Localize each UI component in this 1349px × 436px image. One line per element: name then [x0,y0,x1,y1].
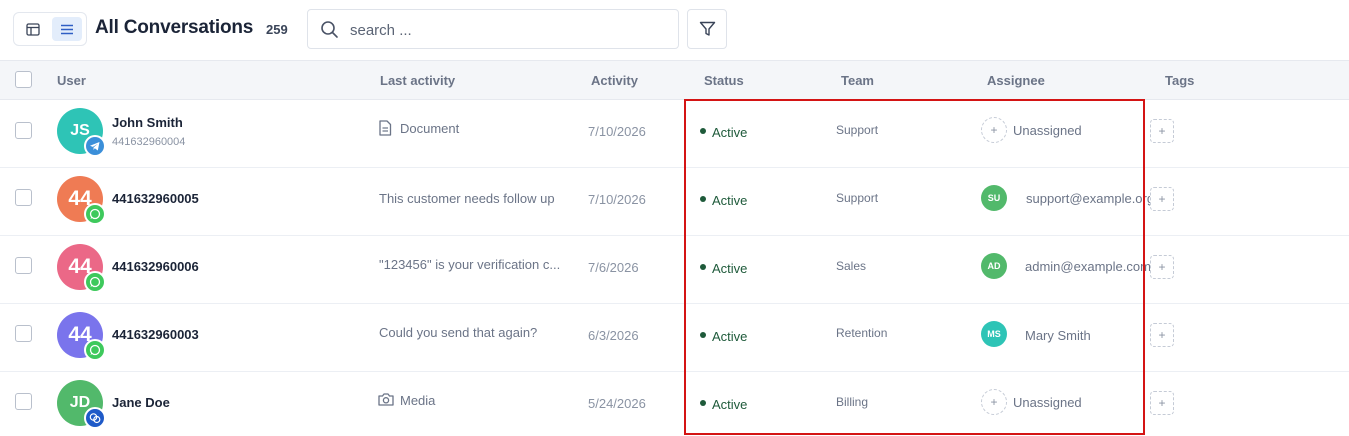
assignee-name[interactable]: Unassigned [1013,395,1082,410]
grid-view-button[interactable] [18,17,48,41]
layout-icon [26,22,40,36]
team-label: Sales [836,259,867,273]
status-badge: Active [712,329,748,344]
column-activity[interactable]: Activity [591,73,638,88]
telegram-icon [84,135,106,157]
team-label: Support [836,191,879,205]
add-tag-button[interactable]: + [1150,187,1174,211]
table-row[interactable]: JD Jane Doe Media 5/24/2026 Active Billi… [0,372,1349,436]
page-title: All Conversations [95,17,254,38]
activity-date: 7/10/2026 [588,192,646,207]
filter-icon [699,21,715,36]
assign-button[interactable]: + [981,389,1007,415]
search-input[interactable] [350,19,660,41]
table-header: User Last activity Activity Status Team … [0,60,1349,100]
column-team[interactable]: Team [841,73,874,88]
row-checkbox[interactable] [15,122,32,139]
status-dot [700,400,706,406]
assignee-name[interactable]: Unassigned [1013,123,1082,138]
assign-button[interactable]: + [981,117,1007,143]
list-icon [61,24,73,34]
last-activity-text: This customer needs follow up [379,191,555,206]
table-row[interactable]: 44 441632960005 This customer needs foll… [0,168,1349,236]
status-dot [700,196,706,202]
status-badge: Active [712,397,748,412]
status-dot [700,332,706,338]
last-activity-text: "123456" is your verification c... [379,257,561,272]
add-tag-button[interactable]: + [1150,119,1174,143]
list-view-button[interactable] [52,17,82,41]
user-name[interactable]: 441632960006 [112,259,199,274]
activity-date: 7/6/2026 [588,260,639,275]
table-row[interactable]: 44 441632960006 "123456" is your verific… [0,236,1349,304]
select-all-checkbox[interactable] [15,71,32,88]
view-toggle [13,12,87,46]
status-badge: Active [712,193,748,208]
status-badge: Active [712,125,748,140]
column-assignee[interactable]: Assignee [987,73,1045,88]
user-name[interactable]: 441632960003 [112,327,199,342]
document-icon [379,120,392,136]
column-last-activity[interactable]: Last activity [380,73,455,88]
status-dot [700,128,706,134]
user-name[interactable]: John Smith [112,115,183,130]
camera-icon [378,393,394,406]
chat-bubbles-icon [84,407,106,429]
add-tag-button[interactable]: + [1150,323,1174,347]
table-row[interactable]: JS John Smith 441632960004 Document 7/10… [0,100,1349,168]
user-name[interactable]: 441632960005 [112,191,199,206]
add-tag-button[interactable]: + [1150,255,1174,279]
conversation-count: 259 [266,22,288,37]
whatsapp-icon [84,203,106,225]
last-activity-text: Document [400,121,460,136]
row-checkbox[interactable] [15,325,32,342]
assignee-name[interactable]: admin@example.com [1025,259,1151,274]
status-dot [700,264,706,270]
assignee-avatar: AD [981,253,1007,279]
user-name[interactable]: Jane Doe [112,395,170,410]
assignee-avatar: SU [981,185,1007,211]
column-tags[interactable]: Tags [1165,73,1194,88]
last-activity-text: Media [400,393,436,408]
search-icon [321,21,338,38]
team-label: Billing [836,395,869,409]
activity-date: 7/10/2026 [588,124,646,139]
whatsapp-icon [84,339,106,361]
last-activity-text: Could you send that again? [379,325,538,340]
table-row[interactable]: 44 441632960003 Could you send that agai… [0,304,1349,372]
filter-button[interactable] [687,9,727,49]
activity-date: 5/24/2026 [588,396,646,411]
assignee-avatar: MS [981,321,1007,347]
team-label: Support [836,123,879,137]
row-checkbox[interactable] [15,189,32,206]
row-checkbox[interactable] [15,393,32,410]
whatsapp-icon [84,271,106,293]
user-phone: 441632960004 [112,136,186,148]
assignee-name[interactable]: Mary Smith [1025,328,1091,343]
activity-date: 6/3/2026 [588,328,639,343]
search-box [307,9,679,49]
team-label: Retention [836,326,888,340]
assignee-name[interactable]: support@example.org [1026,191,1154,206]
add-tag-button[interactable]: + [1150,391,1174,415]
toolbar: All Conversations 259 [0,0,1349,60]
column-status[interactable]: Status [704,73,744,88]
row-checkbox[interactable] [15,257,32,274]
status-badge: Active [712,261,748,276]
column-user[interactable]: User [57,73,86,88]
